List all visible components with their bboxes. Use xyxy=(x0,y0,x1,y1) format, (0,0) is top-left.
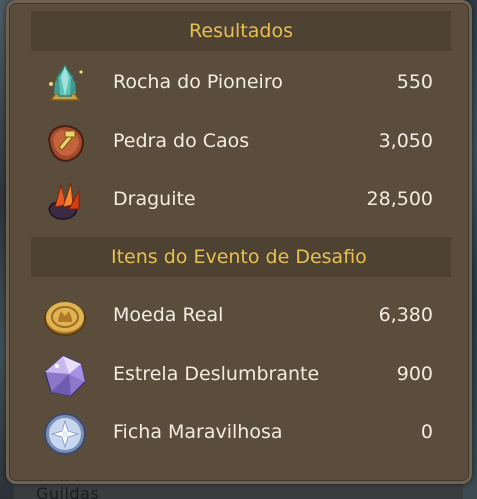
event-item-royal-coin[interactable]: Moeda Real 6,380 xyxy=(33,291,453,343)
pioneer-rock-icon xyxy=(49,64,83,101)
item-name: Ficha Maravilhosa xyxy=(113,421,283,443)
results-header: Resultados xyxy=(31,11,451,51)
item-name: Draguite xyxy=(113,188,196,210)
marvelous-token-icon xyxy=(44,413,86,455)
results-title: Resultados xyxy=(189,20,293,42)
event-items-header: Itens do Evento de Desafio xyxy=(31,237,451,277)
item-name: Estrela Deslumbrante xyxy=(113,363,320,385)
rewards-panel: Resultados Rocha do Pioneiro 550 Pedra d… xyxy=(6,0,472,484)
item-name: Pedra do Caos xyxy=(113,130,250,152)
game-screen: Guildas Resultados Rocha do Pioneiro 550 xyxy=(0,0,477,499)
item-count: 28,500 xyxy=(366,188,433,210)
item-count: 3,050 xyxy=(378,130,433,152)
item-count: 550 xyxy=(396,71,433,93)
event-items-title: Itens do Evento de Desafio xyxy=(111,246,367,268)
item-name: Rocha do Pioneiro xyxy=(113,71,283,93)
item-count: 900 xyxy=(396,363,433,385)
result-item-chaos-stone[interactable]: Pedra do Caos 3,050 xyxy=(33,117,453,169)
item-count: 0 xyxy=(420,421,433,443)
royal-coin-icon xyxy=(44,302,86,336)
chaos-stone-icon xyxy=(47,124,85,163)
result-item-draguite[interactable]: Draguite 28,500 xyxy=(33,175,453,227)
item-name: Moeda Real xyxy=(113,304,224,326)
event-item-marvelous-token[interactable]: Ficha Maravilhosa 0 xyxy=(33,408,453,460)
result-item-pioneer-rock[interactable]: Rocha do Pioneiro 550 xyxy=(33,58,453,110)
dazzling-star-icon xyxy=(44,355,86,397)
item-count: 6,380 xyxy=(378,304,433,326)
background-guild-label: Guildas xyxy=(36,484,100,499)
draguite-icon xyxy=(48,182,80,220)
event-item-dazzling-star[interactable]: Estrela Deslumbrante 900 xyxy=(33,350,453,402)
